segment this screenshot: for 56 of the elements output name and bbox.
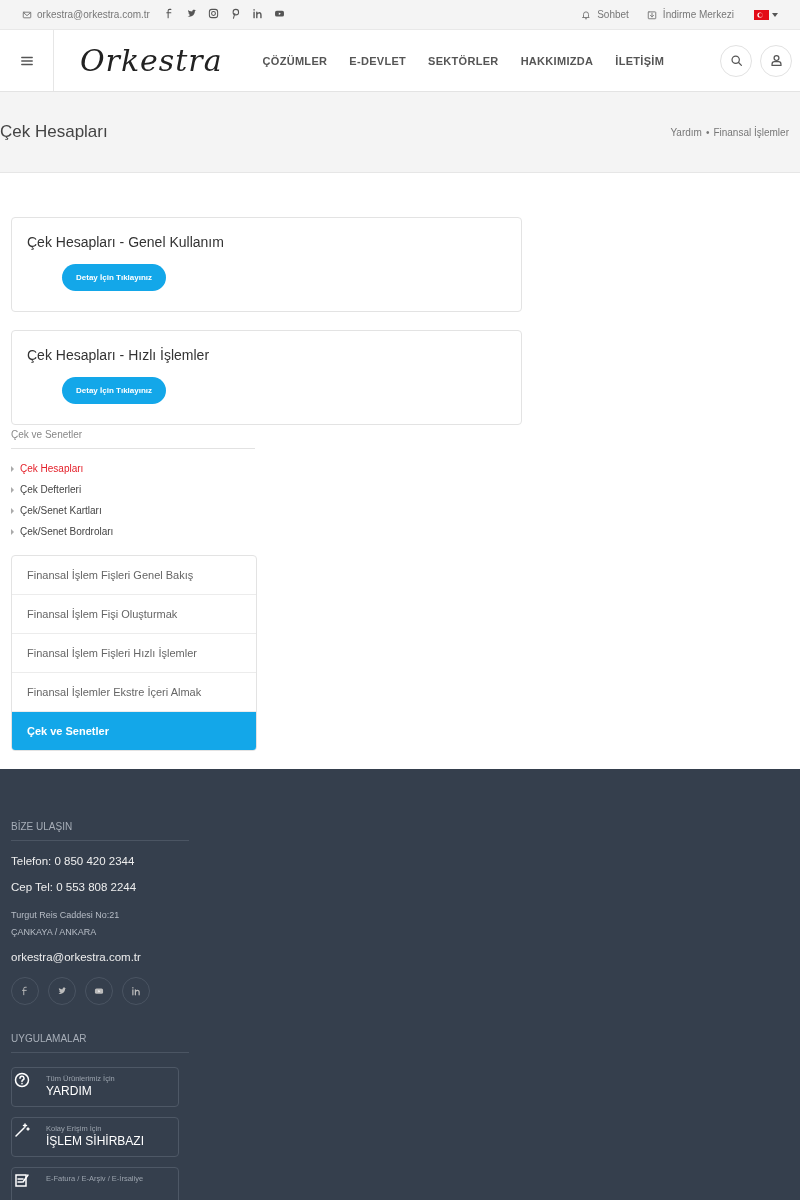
card-title: Çek Hesapları - Hızlı İşlemler xyxy=(27,347,211,363)
menu-item[interactable]: Finansal İşlem Fişleri Hızlı İşlemler xyxy=(12,634,256,673)
linkedin-link[interactable] xyxy=(251,8,263,21)
section-heading: UYGULAMALAR xyxy=(11,1033,189,1053)
top-link[interactable]: Sohbet xyxy=(581,9,629,20)
address-line: Turgut Reis Caddesi No:21 xyxy=(11,909,121,922)
mobile-text: Cep Tel: 0 553 808 2244 xyxy=(11,881,138,893)
account-button[interactable] xyxy=(760,44,792,77)
category-title: Çek ve Senetler xyxy=(11,429,255,449)
bullet-icon xyxy=(11,528,14,535)
twitter-icon xyxy=(57,986,67,996)
caret-icon xyxy=(772,12,778,17)
nav-link[interactable]: HAKKIMIZDA xyxy=(520,54,594,67)
nav-link[interactable]: SEKTÖRLER xyxy=(428,54,499,67)
instagram-icon xyxy=(207,8,219,19)
youtube-icon xyxy=(94,986,104,996)
email-link[interactable]: orkestra@orkestra.com.tr xyxy=(11,951,789,963)
menu-item[interactable]: Finansal İşlem Fişleri Genel Bakış xyxy=(12,556,256,595)
card-title: Çek Hesapları - Genel Kullanım xyxy=(27,234,225,250)
top-link[interactable]: İndirme Merkezi xyxy=(646,9,734,20)
breadcrumb-link[interactable]: Yardım xyxy=(670,126,702,138)
twitter-icon xyxy=(185,8,197,19)
mail-icon xyxy=(22,9,32,20)
category-link[interactable]: Çek Defterleri xyxy=(20,484,82,495)
page-title: Çek Hesapları xyxy=(0,122,108,142)
nav-link[interactable]: ÇÖZÜMLER xyxy=(262,54,328,67)
nav-link[interactable]: E-DEVLET xyxy=(349,54,407,67)
question-icon xyxy=(14,1072,30,1088)
magic-wand-icon xyxy=(14,1122,30,1138)
linkedin-icon xyxy=(251,8,263,19)
search-button[interactable] xyxy=(720,44,752,77)
address-line: ÇANKAYA / ANKARA xyxy=(11,926,98,939)
bullet-icon xyxy=(11,486,14,493)
category-link[interactable]: Çek/Senet Kartları xyxy=(20,505,102,516)
menu-item[interactable]: Finansal İşlem Fişi Oluşturmak xyxy=(12,595,256,634)
linkedin-icon xyxy=(131,986,141,996)
breadcrumb-link[interactable]: Finansal İşlemler xyxy=(713,126,789,138)
instagram-link[interactable] xyxy=(207,8,219,21)
bell-icon xyxy=(581,9,592,20)
category-link[interactable]: Çek/Senet Bordroları xyxy=(20,526,114,537)
breadcrumb-separator: • xyxy=(705,126,710,138)
search-icon xyxy=(729,54,743,67)
document-edit-icon xyxy=(14,1172,30,1188)
nav-link[interactable]: İLETİŞİM xyxy=(615,54,665,67)
language-selector[interactable] xyxy=(754,9,778,20)
facebook-icon xyxy=(20,986,30,996)
section-heading: BİZE ULAŞIN xyxy=(11,821,189,841)
category-link[interactable]: Çek Hesapları xyxy=(20,463,84,474)
flag-icon xyxy=(754,9,769,20)
phone-text: Telefon: 0 850 420 2344 xyxy=(11,855,136,867)
bullet-icon xyxy=(11,507,14,514)
youtube-icon xyxy=(273,8,285,19)
logo[interactable]: Orkestra xyxy=(80,43,223,78)
user-icon xyxy=(769,54,783,67)
download-icon xyxy=(646,9,657,20)
bullet-icon xyxy=(11,465,14,472)
